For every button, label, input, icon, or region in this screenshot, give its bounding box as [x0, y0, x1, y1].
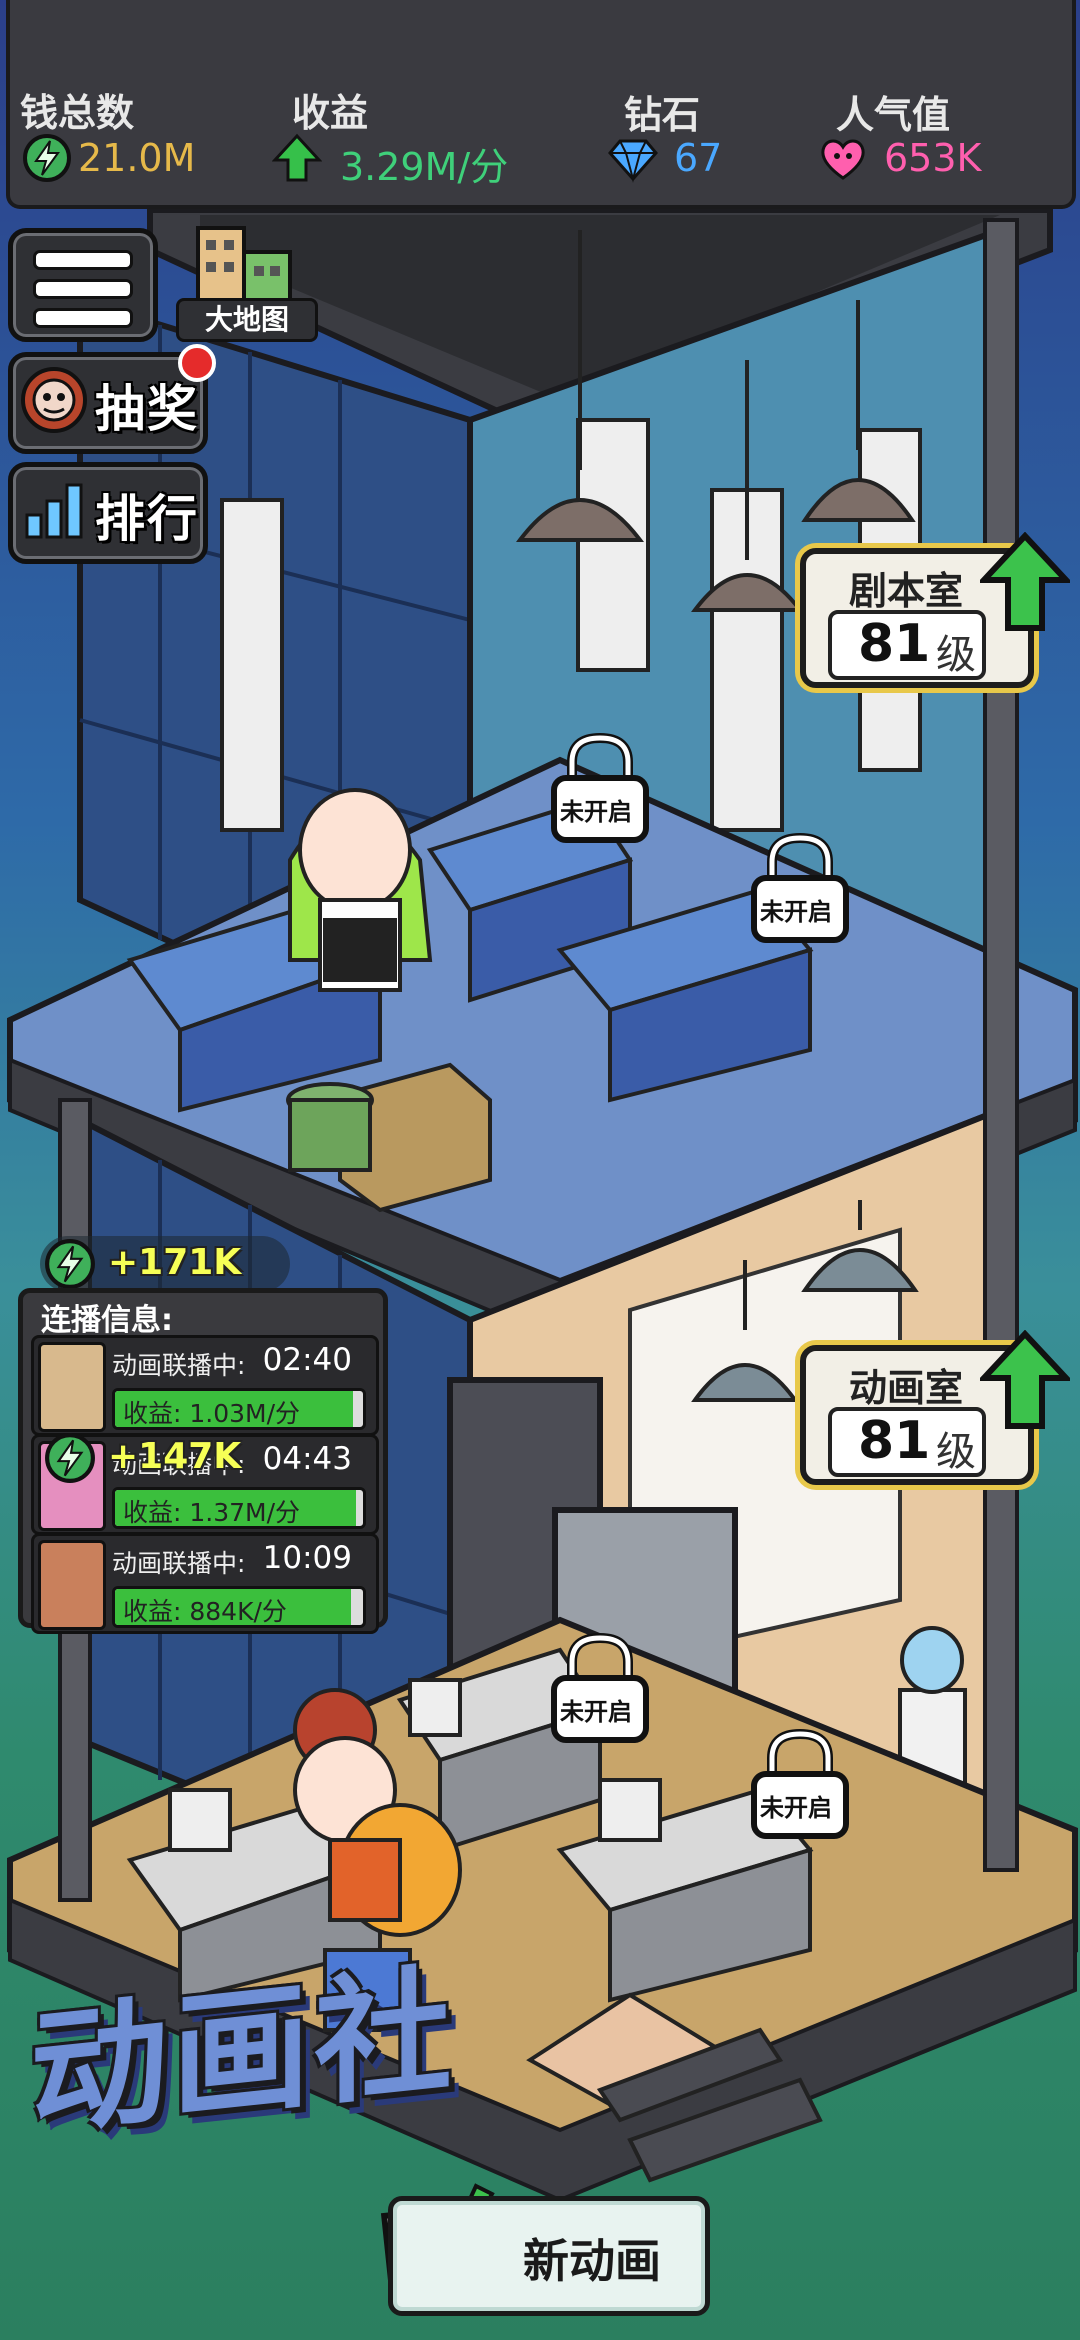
upgrade-arrow-icon[interactable]: [980, 532, 1070, 632]
locked-label: 未开启: [560, 1698, 632, 1726]
locked-seat[interactable]: 未开启: [540, 1628, 660, 1748]
broadcast-thumbnail: [38, 1342, 106, 1432]
lightning-coin-icon: [23, 134, 71, 182]
map-button[interactable]: 大地图: [176, 222, 318, 342]
menu-button[interactable]: [8, 228, 158, 342]
broadcast-status: 动画联播中:: [112, 1549, 246, 1578]
lock-icon: [551, 1632, 649, 1743]
upgrade-arrow-icon[interactable]: [980, 1330, 1070, 1430]
diamond-icon: [608, 139, 658, 183]
lock-icon: [751, 1728, 849, 1839]
green-up-arrow-icon: [272, 133, 322, 182]
lottery-monster-icon: [21, 367, 87, 433]
broadcast-item[interactable]: 动画联播中: 10:09 收益: 884K/分: [31, 1533, 379, 1634]
income-label: 收益: [292, 91, 369, 135]
menu-icon: [33, 241, 133, 337]
script-room-level: 81: [858, 614, 931, 674]
broadcast-income: 收益: 1.03M/分: [123, 1399, 301, 1428]
money-label: 钱总数: [20, 91, 135, 135]
broadcast-thumbnail: [38, 1540, 106, 1630]
rank-button[interactable]: 排行: [8, 462, 208, 564]
heart-icon: [821, 139, 865, 180]
locked-seat[interactable]: 未开启: [540, 728, 660, 848]
notification-dot: [178, 344, 216, 382]
animation-room-level-box: 81 级: [828, 1407, 986, 1477]
gain-amount: +171K: [108, 1242, 242, 1283]
new-animation-label: 新动画: [523, 2234, 661, 2288]
broadcast-income: 收益: 1.37M/分: [123, 1498, 301, 1527]
script-room-unit: 级: [936, 632, 976, 678]
animation-room-name: 动画室: [848, 1366, 963, 1410]
locked-label: 未开启: [760, 898, 832, 926]
lock-icon: [751, 832, 849, 943]
gain-amount: +147K: [108, 1436, 242, 1477]
lightning-coin-icon: [45, 1239, 95, 1289]
locked-seat[interactable]: 未开启: [740, 1724, 860, 1844]
lottery-label: 抽奖: [95, 380, 199, 438]
broadcast-status: 动画联播中:: [112, 1351, 246, 1380]
locked-label: 未开启: [760, 1794, 832, 1822]
lock-icon: [551, 732, 649, 843]
script-room-level-box: 81 级: [828, 610, 986, 680]
lightning-coin-icon: [45, 1433, 95, 1483]
rank-label: 排行: [95, 490, 199, 548]
diamond-label: 钻石: [624, 93, 701, 137]
broadcast-progress: 收益: 1.37M/分: [112, 1487, 366, 1529]
broadcast-title: 连播信息:: [41, 1303, 173, 1338]
locked-label: 未开启: [560, 798, 632, 826]
income-value: 3.29M/分: [340, 145, 509, 189]
gain-popup: +147K: [44, 1430, 254, 1486]
diamond-value: 67: [674, 136, 723, 180]
animation-room-level: 81: [858, 1411, 931, 1471]
broadcast-progress: 收益: 1.03M/分: [112, 1388, 366, 1430]
animation-room-unit: 级: [936, 1429, 976, 1475]
gain-popup: +171K: [40, 1236, 290, 1292]
new-animation-button[interactable]: 新动画: [388, 2196, 710, 2316]
broadcast-time: 04:43: [262, 1441, 352, 1477]
stats-bar: 钱总数 21.0M 收益 3.29M/分 钻石 67 人气值 653K: [6, 0, 1076, 209]
popularity-value: 653K: [884, 136, 982, 180]
script-room-name: 剧本室: [848, 569, 963, 613]
money-value: 21.0M: [78, 136, 196, 180]
popularity-label: 人气值: [836, 93, 951, 137]
broadcast-income: 收益: 884K/分: [123, 1597, 287, 1626]
broadcast-item[interactable]: 动画联播中: 02:40 收益: 1.03M/分: [31, 1335, 379, 1436]
broadcast-time: 02:40: [262, 1342, 352, 1378]
broadcast-time: 10:09: [262, 1540, 352, 1576]
bar-chart-icon: [25, 483, 83, 539]
map-label: 大地图: [176, 298, 318, 342]
broadcast-progress: 收益: 884K/分: [112, 1586, 366, 1628]
locked-seat[interactable]: 未开启: [740, 828, 860, 948]
